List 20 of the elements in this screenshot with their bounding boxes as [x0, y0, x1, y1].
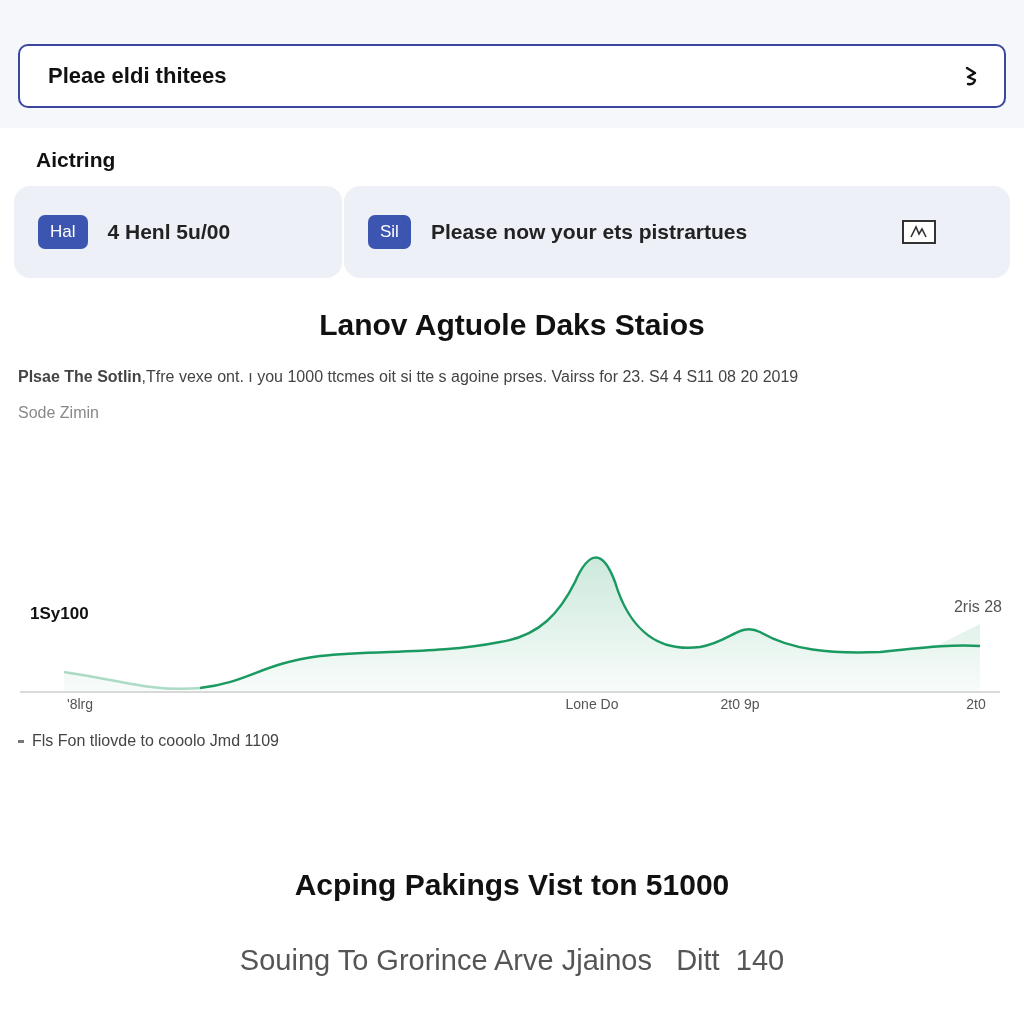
value-label: 2ris 28 — [953, 598, 1002, 616]
search-field[interactable]: Pleae eldi thitees — [18, 44, 1006, 108]
page-heading: Lanov Agtuole Daks Staios — [318, 308, 706, 343]
section-title: Aictring — [36, 148, 117, 173]
axis-label: Lone Do — [565, 696, 619, 712]
footer-title: Acping Pakings Vist ton 51000 — [293, 868, 731, 902]
image-icon — [902, 220, 936, 244]
axis-label: 1Sy100 — [30, 604, 89, 624]
subtitle: Sode Zimin — [18, 404, 100, 422]
card-text: 4 Henl 5u/00 — [107, 220, 231, 244]
axis-label: 2t0 — [966, 696, 986, 712]
axis-label: '8lrg — [67, 696, 93, 712]
footer-text: Souing To Grorince Arve Jjainos Ditt 140 — [238, 944, 786, 977]
squiggle-icon — [964, 65, 978, 87]
legend-text: Fls Fon tliovde to cooolo Jmd 1109 — [32, 732, 279, 750]
badge: Hal — [38, 215, 88, 249]
badge: Sil — [368, 215, 411, 249]
axis-label: 2t0 9p — [720, 696, 760, 712]
card-text: Please now your ets pistrartues — [430, 220, 749, 244]
description: Plsae The Sotlin,Tfre vexe ont. ı you 1000 ttcmes oit si tte s agoine prses. Vairss for 23. S4 4 S11 08 20 2019 — [18, 368, 800, 387]
